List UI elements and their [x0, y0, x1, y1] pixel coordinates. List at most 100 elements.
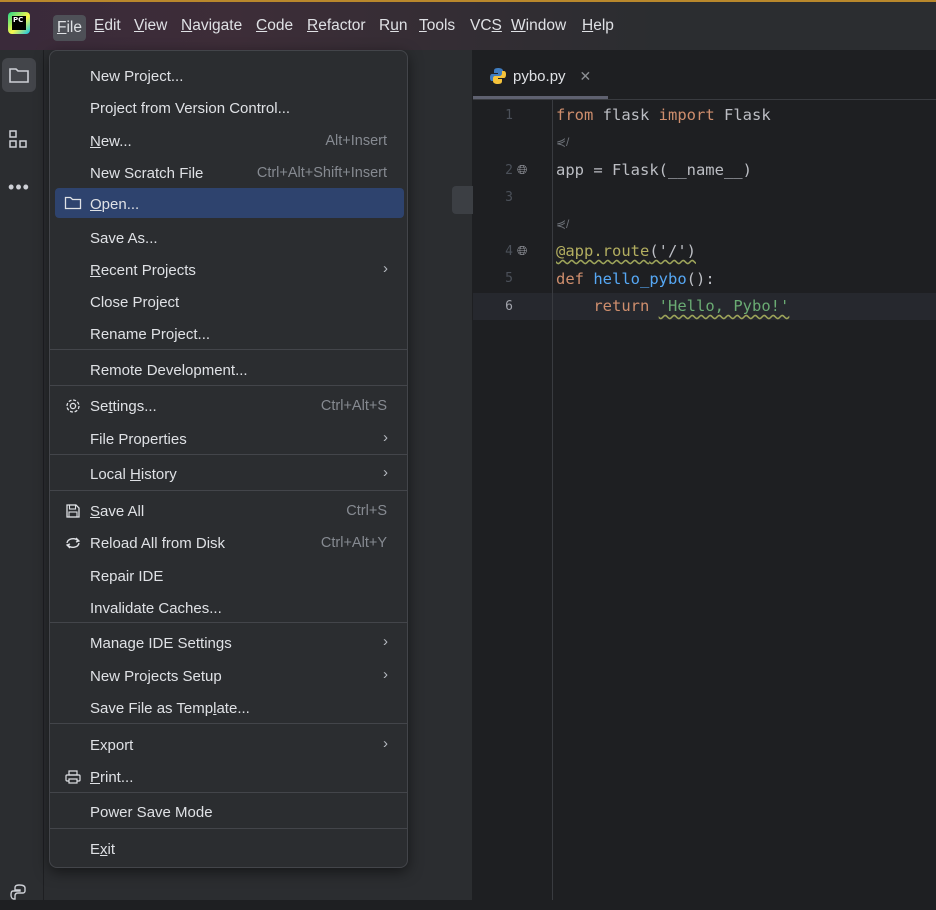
menu-item-rename-project[interactable]: Rename Project... [55, 319, 404, 349]
menu-vcs-mnemonic: S [491, 17, 502, 34]
editor-tab[interactable]: pybo.py ✕ [489, 67, 591, 85]
shortcut-label: Ctrl+S [346, 503, 387, 519]
menu-item-new-project[interactable]: New Project... [55, 61, 404, 91]
structure-icon [9, 130, 27, 148]
code-line-5[interactable]: def hello_pybo(): [556, 270, 715, 288]
code-line-1[interactable]: from flask import Flask [556, 106, 771, 124]
endpoint-hint[interactable]: ⋞/ [556, 135, 569, 149]
menu-item-text: ew... [100, 133, 132, 150]
menu-item-label: Open... [90, 196, 139, 213]
menu-item-text: tings... [112, 398, 157, 415]
menu-help[interactable]: Help [582, 17, 614, 35]
menu-item-save-all[interactable]: Save All Ctrl+S [55, 496, 404, 526]
close-icon[interactable]: ✕ [580, 68, 592, 85]
endpoint-hint[interactable]: ⋞/ [556, 217, 569, 231]
folder-icon [9, 68, 29, 83]
menu-item-reload-all[interactable]: Reload All from Disk Ctrl+Alt+Y [55, 528, 404, 558]
menu-item-power-save-mode[interactable]: Power Save Mode [55, 797, 404, 827]
gutter-separator [552, 100, 553, 900]
keyword: def [556, 270, 584, 288]
menu-edit[interactable]: Edit [94, 17, 121, 35]
code-line-2[interactable]: app = Flask(__name__) [556, 161, 752, 179]
menu-item-label: Invalidate Caches... [90, 600, 222, 617]
menu-separator [50, 490, 407, 491]
chevron-right-icon: › [383, 429, 388, 446]
code-line-6[interactable]: return 'Hello, Pybo!' [556, 297, 789, 315]
folder-icon [63, 194, 83, 212]
pycharm-logo-icon[interactable]: PC [8, 12, 30, 34]
file-menu-dropdown: New Project... Project from Version Cont… [49, 50, 408, 868]
menu-item-manage-ide-settings[interactable]: Manage IDE Settings › [55, 628, 404, 658]
menu-item-label: Print... [90, 769, 133, 786]
line-number: 2 [505, 163, 513, 178]
menu-item-print[interactable]: Print... [55, 762, 404, 792]
module-name: flask [593, 106, 659, 124]
menu-view[interactable]: View [134, 17, 167, 35]
menu-view-label: iew [144, 17, 168, 34]
menu-item-new-projects-setup[interactable]: New Projects Setup › [55, 661, 404, 691]
menu-item-text: ave All [100, 503, 145, 520]
menu-item-save-as[interactable]: Save As... [55, 223, 404, 253]
menu-file[interactable]: File [53, 15, 86, 41]
menu-item-text: Save File as Temp [90, 700, 214, 717]
menu-item-invalidate-caches[interactable]: Invalidate Caches... [55, 593, 404, 623]
editor-tab-label: pybo.py [513, 67, 566, 85]
menu-item-label: File Properties [90, 431, 187, 448]
editor-tab-bar: pybo.py ✕ [473, 50, 936, 100]
menu-item-text: ecent Projects [100, 262, 196, 279]
menu-code[interactable]: Code [256, 17, 293, 35]
menu-item-project-from-vcs[interactable]: Project from Version Control... [55, 93, 404, 123]
menu-item-new-scratch-file[interactable]: New Scratch File Ctrl+Alt+Shift+Insert [55, 158, 404, 188]
menu-item-label: Remote Development... [90, 362, 248, 379]
menu-run-label: n [398, 17, 408, 34]
menu-item-save-as-template[interactable]: Save File as Template... [55, 693, 404, 723]
menu-run[interactable]: Run [379, 17, 407, 35]
menu-item-open[interactable]: Open... [55, 188, 404, 218]
menu-item-settings[interactable]: Settings... Ctrl+Alt+S [55, 391, 404, 421]
menu-item-close-project[interactable]: Close Project [55, 287, 404, 317]
line-number: 4 [505, 244, 513, 259]
reload-icon [63, 534, 83, 552]
menu-item-label: Reload All from Disk [90, 535, 226, 552]
menu-refactor-mnemonic: R [307, 17, 319, 34]
menu-separator [50, 349, 407, 350]
python-icon [10, 884, 26, 900]
menu-run-mnemonic: u [390, 17, 399, 34]
menu-tools[interactable]: Tools [419, 17, 455, 35]
menu-item-recent-projects[interactable]: Recent Projects › [55, 255, 404, 285]
menu-item-export[interactable]: Export › [55, 730, 404, 760]
code-line-4[interactable]: @app.route('/') [556, 242, 696, 260]
menu-item-label: Export [90, 737, 134, 754]
function-name: hello_pybo [593, 270, 687, 288]
menu-vcs[interactable]: VCS [470, 17, 502, 35]
menu-item-remote-development[interactable]: Remote Development... [55, 355, 404, 385]
chevron-right-icon: › [383, 735, 388, 752]
menu-code-label: ode [267, 17, 294, 34]
structure-tool-button[interactable] [2, 122, 36, 156]
menu-item-repair-ide[interactable]: Repair IDE [55, 561, 404, 591]
menu-item-label: Save As... [90, 230, 158, 247]
menu-item-exit[interactable]: Exit [55, 834, 404, 864]
menu-navigate[interactable]: Navigate [181, 17, 242, 35]
menu-refactor[interactable]: Refactor [307, 17, 366, 35]
endpoint-globe-icon[interactable]: 🌐︎ [517, 243, 527, 259]
shortcut-label: Alt+Insert [325, 133, 387, 149]
menu-item-local-history[interactable]: Local History › [55, 459, 404, 489]
menu-navigate-label: avigate [192, 17, 243, 34]
chevron-right-icon: › [383, 633, 388, 650]
active-tab-indicator [473, 96, 608, 99]
menu-item-new[interactable]: New... Alt+Insert [55, 126, 404, 156]
menu-item-file-properties[interactable]: File Properties › [55, 424, 404, 454]
menu-item-text: Se [90, 398, 109, 415]
decorator-args: ('/') [649, 242, 696, 260]
menu-item-text: pen... [101, 196, 140, 213]
python-console-button[interactable] [2, 876, 36, 910]
more-tools-button[interactable]: ••• [2, 170, 36, 204]
string-literal: 'Hello, Pybo!' [658, 297, 790, 315]
mnemonic: N [90, 133, 101, 150]
project-tool-button[interactable] [2, 58, 36, 92]
logo-text: PC [12, 16, 26, 30]
menu-window[interactable]: Window [511, 17, 566, 35]
shortcut-label: Ctrl+Alt+Y [320, 535, 387, 551]
endpoint-globe-icon[interactable]: 🌐︎ [517, 162, 527, 178]
